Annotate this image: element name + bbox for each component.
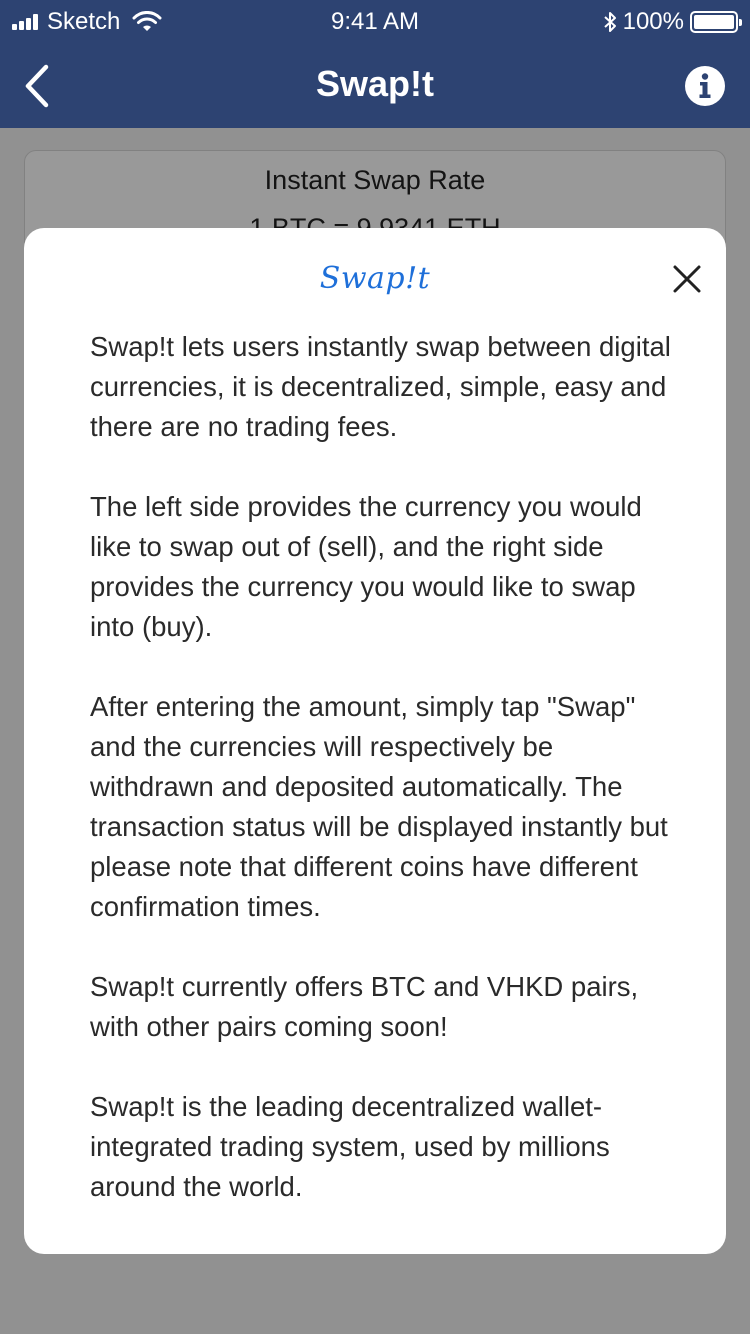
- info-icon[interactable]: [684, 65, 726, 107]
- status-right: 100%: [603, 0, 742, 44]
- close-icon[interactable]: [672, 264, 702, 294]
- modal-paragraph: Swap!t lets users instantly swap between…: [90, 331, 671, 442]
- page-title: Swap!t: [315, 63, 434, 104]
- modal-paragraph: The left side provides the currency you …: [90, 491, 642, 642]
- nav-bar: Swap!t: [0, 44, 750, 128]
- modal-paragraph: Swap!t is the leading decentralized wall…: [90, 1091, 610, 1202]
- status-bar: Sketch 9:41 AM 100%: [0, 0, 750, 44]
- modal-body: Swap!t lets users instantly swap between…: [90, 327, 680, 1207]
- logo-text: Swap!t: [319, 260, 431, 296]
- app-header: Sketch 9:41 AM 100% Swap!t: [0, 0, 750, 128]
- bluetooth-icon: [603, 12, 616, 32]
- info-modal: Swap!t Swap!t lets users instantly swap …: [24, 228, 726, 1254]
- battery-percentage: 100%: [622, 8, 684, 35]
- modal-paragraph: Swap!t currently offers BTC and VHKD pai…: [90, 971, 639, 1042]
- swapit-logo: Swap!t: [24, 248, 726, 308]
- battery-icon: [690, 11, 742, 33]
- modal-paragraph: After entering the amount, simply tap "S…: [90, 691, 668, 922]
